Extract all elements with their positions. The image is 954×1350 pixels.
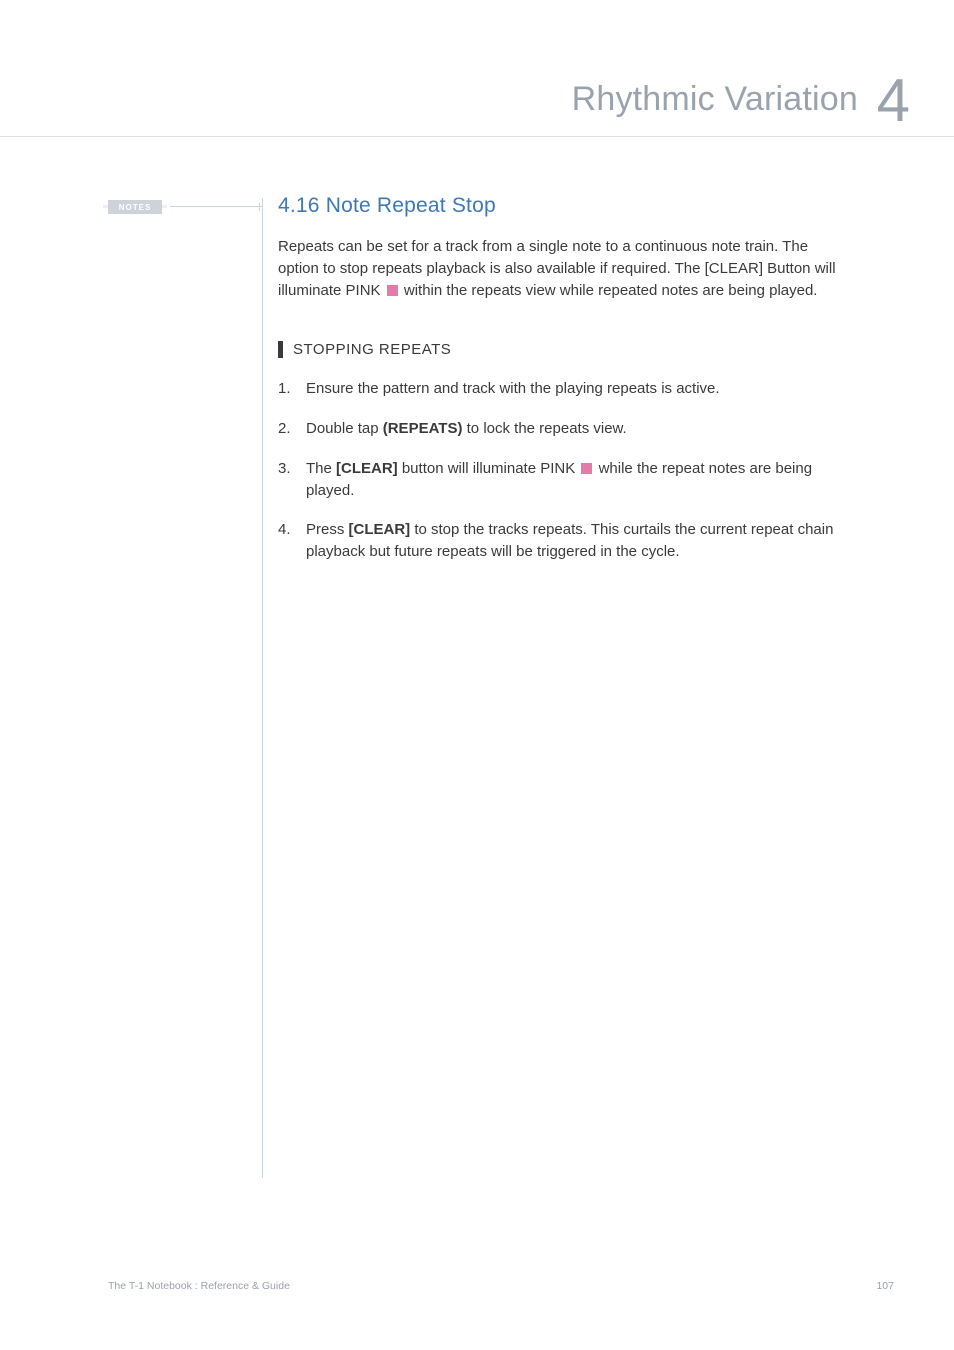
step-text: button will illuminate PINK [398, 460, 580, 477]
step-text: The [306, 460, 336, 477]
pink-square-icon [387, 285, 398, 296]
step-text: to lock the repeats view. [462, 420, 626, 437]
page: Rhythmic Variation 4 NOTES 4.16 Note Rep… [0, 0, 954, 1350]
steps-list: Ensure the pattern and track with the pl… [278, 378, 838, 563]
list-item: Double tap (REPEATS) to lock the repeats… [278, 418, 838, 440]
page-footer: The T-1 Notebook : Reference & Guide 107 [108, 1280, 894, 1292]
divider-vertical [262, 198, 263, 1178]
step-text: Press [306, 521, 349, 538]
step-text: Double tap [306, 420, 383, 437]
intro-paragraph: Repeats can be set for a track from a si… [278, 236, 838, 301]
page-header: Rhythmic Variation 4 [0, 80, 954, 140]
divider-horizontal [170, 206, 262, 207]
step-bold: (REPEATS) [383, 420, 463, 437]
subsection-title: STOPPING REPEATS [293, 341, 838, 358]
intro-text-2: within the repeats view while repeated n… [400, 282, 818, 299]
list-item: The [CLEAR] button will illuminate PINK … [278, 458, 838, 502]
step-bold: [CLEAR] [336, 460, 398, 477]
list-item: Press [CLEAR] to stop the tracks repeats… [278, 519, 838, 563]
step-bold: [CLEAR] [349, 521, 411, 538]
footer-left: The T-1 Notebook : Reference & Guide [108, 1280, 290, 1292]
divider-tick [259, 203, 260, 211]
pink-square-icon [581, 463, 592, 474]
notes-tab: NOTES [108, 200, 162, 214]
subsection-bar: STOPPING REPEATS [278, 341, 838, 358]
section-title: 4.16 Note Repeat Stop [278, 194, 838, 218]
chapter-number: 4 [877, 66, 910, 135]
header-rule [0, 136, 954, 137]
footer-page-number: 107 [876, 1280, 894, 1292]
chapter-title: Rhythmic Variation [572, 80, 858, 119]
list-item: Ensure the pattern and track with the pl… [278, 378, 838, 400]
content-area: 4.16 Note Repeat Stop Repeats can be set… [278, 194, 838, 581]
step-text: Ensure the pattern and track with the pl… [306, 380, 720, 397]
